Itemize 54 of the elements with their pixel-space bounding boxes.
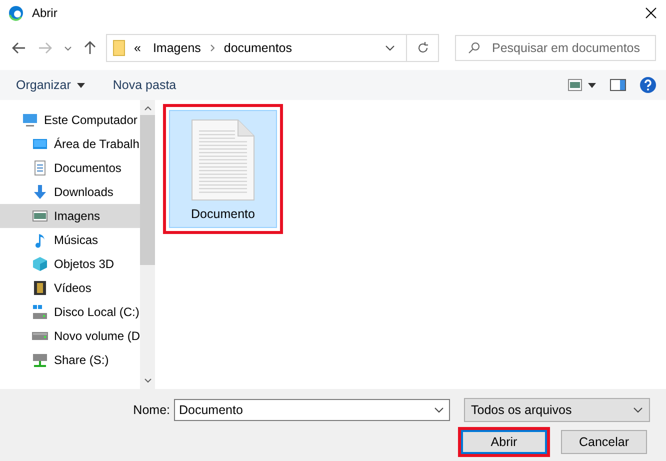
download-arrow-icon <box>32 184 48 200</box>
sidebar-item[interactable]: Objetos 3D <box>0 252 140 276</box>
scrollbar[interactable] <box>140 100 155 389</box>
chevron-right-icon <box>210 44 215 52</box>
overflow-chevrons: « <box>133 41 142 55</box>
sidebar-item[interactable]: Músicas <box>0 228 140 252</box>
app-logo-icon <box>8 5 24 21</box>
search-field[interactable]: Pesquisar em documentos <box>455 35 656 61</box>
address-bar[interactable]: « Imagens documentos <box>106 34 439 62</box>
drive-icon <box>32 332 48 340</box>
document-icon <box>32 160 48 176</box>
computer-icon <box>22 112 38 128</box>
back-button[interactable] <box>10 40 28 56</box>
chevron-down-icon <box>633 407 643 413</box>
desktop-icon <box>32 136 48 152</box>
organize-menu-button[interactable]: Organizar <box>16 78 85 92</box>
new-folder-button[interactable]: Nova pasta <box>112 78 176 92</box>
caret-icon <box>76 82 85 88</box>
chevron-down-icon <box>434 407 444 413</box>
file-item[interactable]: Documento <box>169 110 277 228</box>
sidebar-item[interactable]: Disco Local (C:) <box>0 300 140 324</box>
picture-icon <box>32 208 48 224</box>
open-button[interactable]: Abrir <box>461 430 547 454</box>
window-title: Abrir <box>32 6 58 20</box>
sidebar-item[interactable]: Share (S:) <box>0 348 140 372</box>
view-options-button[interactable] <box>568 79 596 91</box>
cube-icon <box>32 256 48 272</box>
sidebar-item[interactable]: Este Computador <box>0 108 140 132</box>
breadcrumb[interactable]: Imagens <box>150 41 204 55</box>
sidebar-item[interactable]: Novo volume (D <box>0 324 140 348</box>
sidebar-item[interactable]: Área de Trabalh <box>0 132 140 156</box>
chevron-down-icon <box>385 45 395 51</box>
name-label: Nome: <box>133 403 170 417</box>
sidebar-item[interactable]: Documentos <box>0 156 140 180</box>
search-icon <box>468 42 480 54</box>
filename-field[interactable]: Documento <box>174 399 450 421</box>
film-icon <box>32 280 48 296</box>
refresh-icon <box>416 42 428 54</box>
cancel-button[interactable]: Cancelar <box>561 430 647 454</box>
breadcrumb[interactable]: documentos <box>220 41 296 55</box>
close-icon <box>645 7 657 19</box>
help-button[interactable] <box>640 77 656 93</box>
recent-dropdown-button[interactable] <box>62 44 74 52</box>
file-type-dropdown[interactable]: Todos os arquivos <box>464 398 650 422</box>
caret-icon <box>588 82 596 88</box>
document-icon <box>191 119 255 201</box>
sidebar-item[interactable]: Vídeos <box>0 276 140 300</box>
up-button[interactable] <box>82 39 98 57</box>
sidebar-item[interactable]: Imagens <box>0 204 140 228</box>
drive-icon <box>32 304 48 320</box>
network-drive-icon <box>32 352 48 368</box>
sidebar-item[interactable]: Downloads <box>0 180 140 204</box>
preview-pane-button[interactable] <box>610 79 626 91</box>
folder-icon <box>113 40 125 56</box>
